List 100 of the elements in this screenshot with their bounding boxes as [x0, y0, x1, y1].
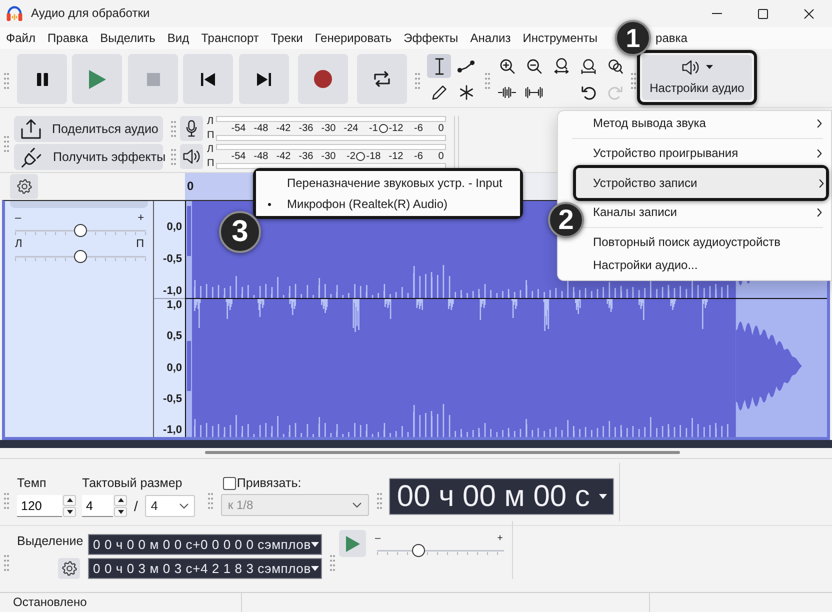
- spin-up-button[interactable]: [63, 495, 76, 506]
- menu-item[interactable]: Анализ: [464, 30, 517, 46]
- menu-item[interactable]: Эффекты: [398, 30, 464, 46]
- play-icon: [346, 536, 360, 552]
- menu-item[interactable]: Выделить: [94, 30, 162, 46]
- grip-icon[interactable]: [208, 492, 213, 508]
- slider-thumb[interactable]: [356, 152, 366, 161]
- tempo-field[interactable]: 120: [17, 495, 62, 517]
- selection-tool-button[interactable]: [427, 54, 451, 78]
- line-dots-icon: [457, 60, 475, 72]
- spin-down-button[interactable]: [63, 506, 76, 517]
- maximize-icon: [758, 8, 768, 18]
- grip-icon[interactable]: [415, 72, 420, 88]
- dropdown[interactable]: 4: [144, 495, 195, 517]
- menu-item[interactable]: Файл: [0, 30, 42, 46]
- menu-item[interactable]: Треки: [264, 30, 309, 46]
- share-audio-button[interactable]: Поделиться аудио: [14, 116, 163, 142]
- grip-icon[interactable]: [485, 72, 490, 88]
- menu-item[interactable]: Повторный поиск аудиоустройств: [586, 231, 824, 254]
- menu-item[interactable]: Инструменты: [516, 30, 604, 46]
- menu-item[interactable]: Устройство записи: [576, 168, 826, 198]
- time-display[interactable]: 00 ч 00 м 00 с: [388, 478, 614, 515]
- menu-item[interactable]: Метод вывода звука: [586, 112, 824, 135]
- slider-label: +: [497, 534, 503, 544]
- settings-button[interactable]: [58, 558, 80, 579]
- meter-scale-label: -18: [366, 151, 381, 162]
- menu-item[interactable]: Вид: [161, 30, 196, 46]
- selection-label: Выделение: [17, 534, 84, 548]
- slider-thumb[interactable]: [74, 250, 87, 263]
- time-field[interactable]: 0 0 ч 0 3 м 0 3 с+4 2 1 8 3 сэмплов: [88, 558, 322, 579]
- scrollbar-thumb[interactable]: [205, 451, 680, 454]
- record-button[interactable]: [298, 54, 348, 104]
- menu-item[interactable]: Переназначение звуковых устр. - Input: [256, 173, 520, 194]
- play-button[interactable]: [72, 54, 122, 104]
- chevron-down-icon: [352, 502, 362, 508]
- menu-item[interactable]: Настройки аудио...: [586, 254, 824, 277]
- level-meter[interactable]: -54 -48 -42 -36 -30 -24 -1 -12 -6 0: [216, 116, 452, 141]
- slider-thumb[interactable]: [412, 544, 426, 557]
- magnifier-plus-icon: [500, 58, 514, 74]
- meter-scale-label: -12: [388, 151, 404, 162]
- meter-scale-label: -6: [414, 123, 423, 134]
- menu-item[interactable]: Транспорт: [195, 30, 265, 46]
- slider-thumb[interactable]: [378, 124, 388, 133]
- microphone-icon: [186, 120, 197, 137]
- menu-item[interactable]: Устройство проигрывания: [586, 142, 824, 165]
- slider-thumb[interactable]: [74, 224, 87, 237]
- chevron-down-icon: [178, 503, 189, 509]
- audio-setup-button[interactable]: Настройки аудио: [642, 55, 752, 100]
- triangle-down-icon: [118, 510, 124, 514]
- triangle-up-icon: [66, 498, 72, 502]
- pause-button[interactable]: [17, 54, 67, 104]
- menu-item[interactable]: равка: [650, 30, 694, 46]
- menu-item[interactable]: Каналы записи: [586, 201, 824, 224]
- menu-item[interactable]: Правка: [42, 30, 94, 46]
- spin-up-button[interactable]: [114, 495, 127, 506]
- grip-icon[interactable]: [171, 120, 176, 136]
- meter-scale-label: -54: [231, 123, 246, 134]
- callout-number: 2: [548, 202, 584, 238]
- microphone-button[interactable]: [180, 116, 203, 141]
- caret-down-icon: [598, 494, 607, 499]
- meter-scale-label: -42: [276, 123, 291, 134]
- pencil-icon: [432, 84, 446, 100]
- grip-icon[interactable]: [4, 72, 9, 88]
- ruler-label: 0: [187, 179, 194, 193]
- speaker-button[interactable]: [180, 144, 203, 169]
- two-magnifiers-icon: [608, 58, 622, 74]
- meter-scale-label: -42: [276, 151, 291, 162]
- grip-icon[interactable]: [4, 136, 9, 152]
- gear-icon: [62, 561, 76, 576]
- plug-icon: [21, 146, 42, 168]
- grip-icon[interactable]: [330, 555, 335, 571]
- skip-to-end-button[interactable]: [239, 54, 289, 104]
- app-icon: [6, 6, 23, 21]
- meter-scale-label: -24: [344, 123, 358, 134]
- skip-end-icon: [257, 72, 271, 86]
- grip-icon[interactable]: [4, 492, 9, 508]
- grip-icon[interactable]: [631, 72, 636, 88]
- play-at-speed-button[interactable]: [339, 530, 366, 557]
- level-meter[interactable]: -54 -48 -42 -36 -30 -2 -18 -12 -6 0: [216, 144, 452, 169]
- number-field[interactable]: 4: [82, 495, 113, 517]
- get-effects-button[interactable]: Получить эффекты: [14, 144, 163, 170]
- time-field[interactable]: 0 0 ч 0 0 м 0 0 с+0 0 0 0 0 сэмплов: [88, 534, 322, 555]
- loop-button[interactable]: [357, 54, 407, 104]
- grip-icon[interactable]: [171, 148, 176, 164]
- stop-icon: [146, 72, 160, 86]
- grip-icon[interactable]: [4, 555, 9, 571]
- spin-down-button[interactable]: [114, 506, 127, 517]
- skip-to-start-button[interactable]: [183, 54, 233, 104]
- meter-channel-label: Л: [207, 144, 215, 155]
- scale-label: -1,0: [162, 285, 183, 298]
- skip-start-icon: [201, 72, 215, 86]
- meter-channel-label: П: [207, 158, 215, 169]
- meter-scale-label: -12: [388, 123, 404, 134]
- slider-label: –: [15, 212, 22, 224]
- caret-down-icon: [310, 542, 319, 547]
- grip-icon[interactable]: [376, 492, 382, 508]
- play-icon: [88, 70, 106, 88]
- menu-item[interactable]: Генерировать: [308, 30, 398, 46]
- settings-button[interactable]: [10, 174, 38, 199]
- caret-down-icon: [310, 566, 319, 571]
